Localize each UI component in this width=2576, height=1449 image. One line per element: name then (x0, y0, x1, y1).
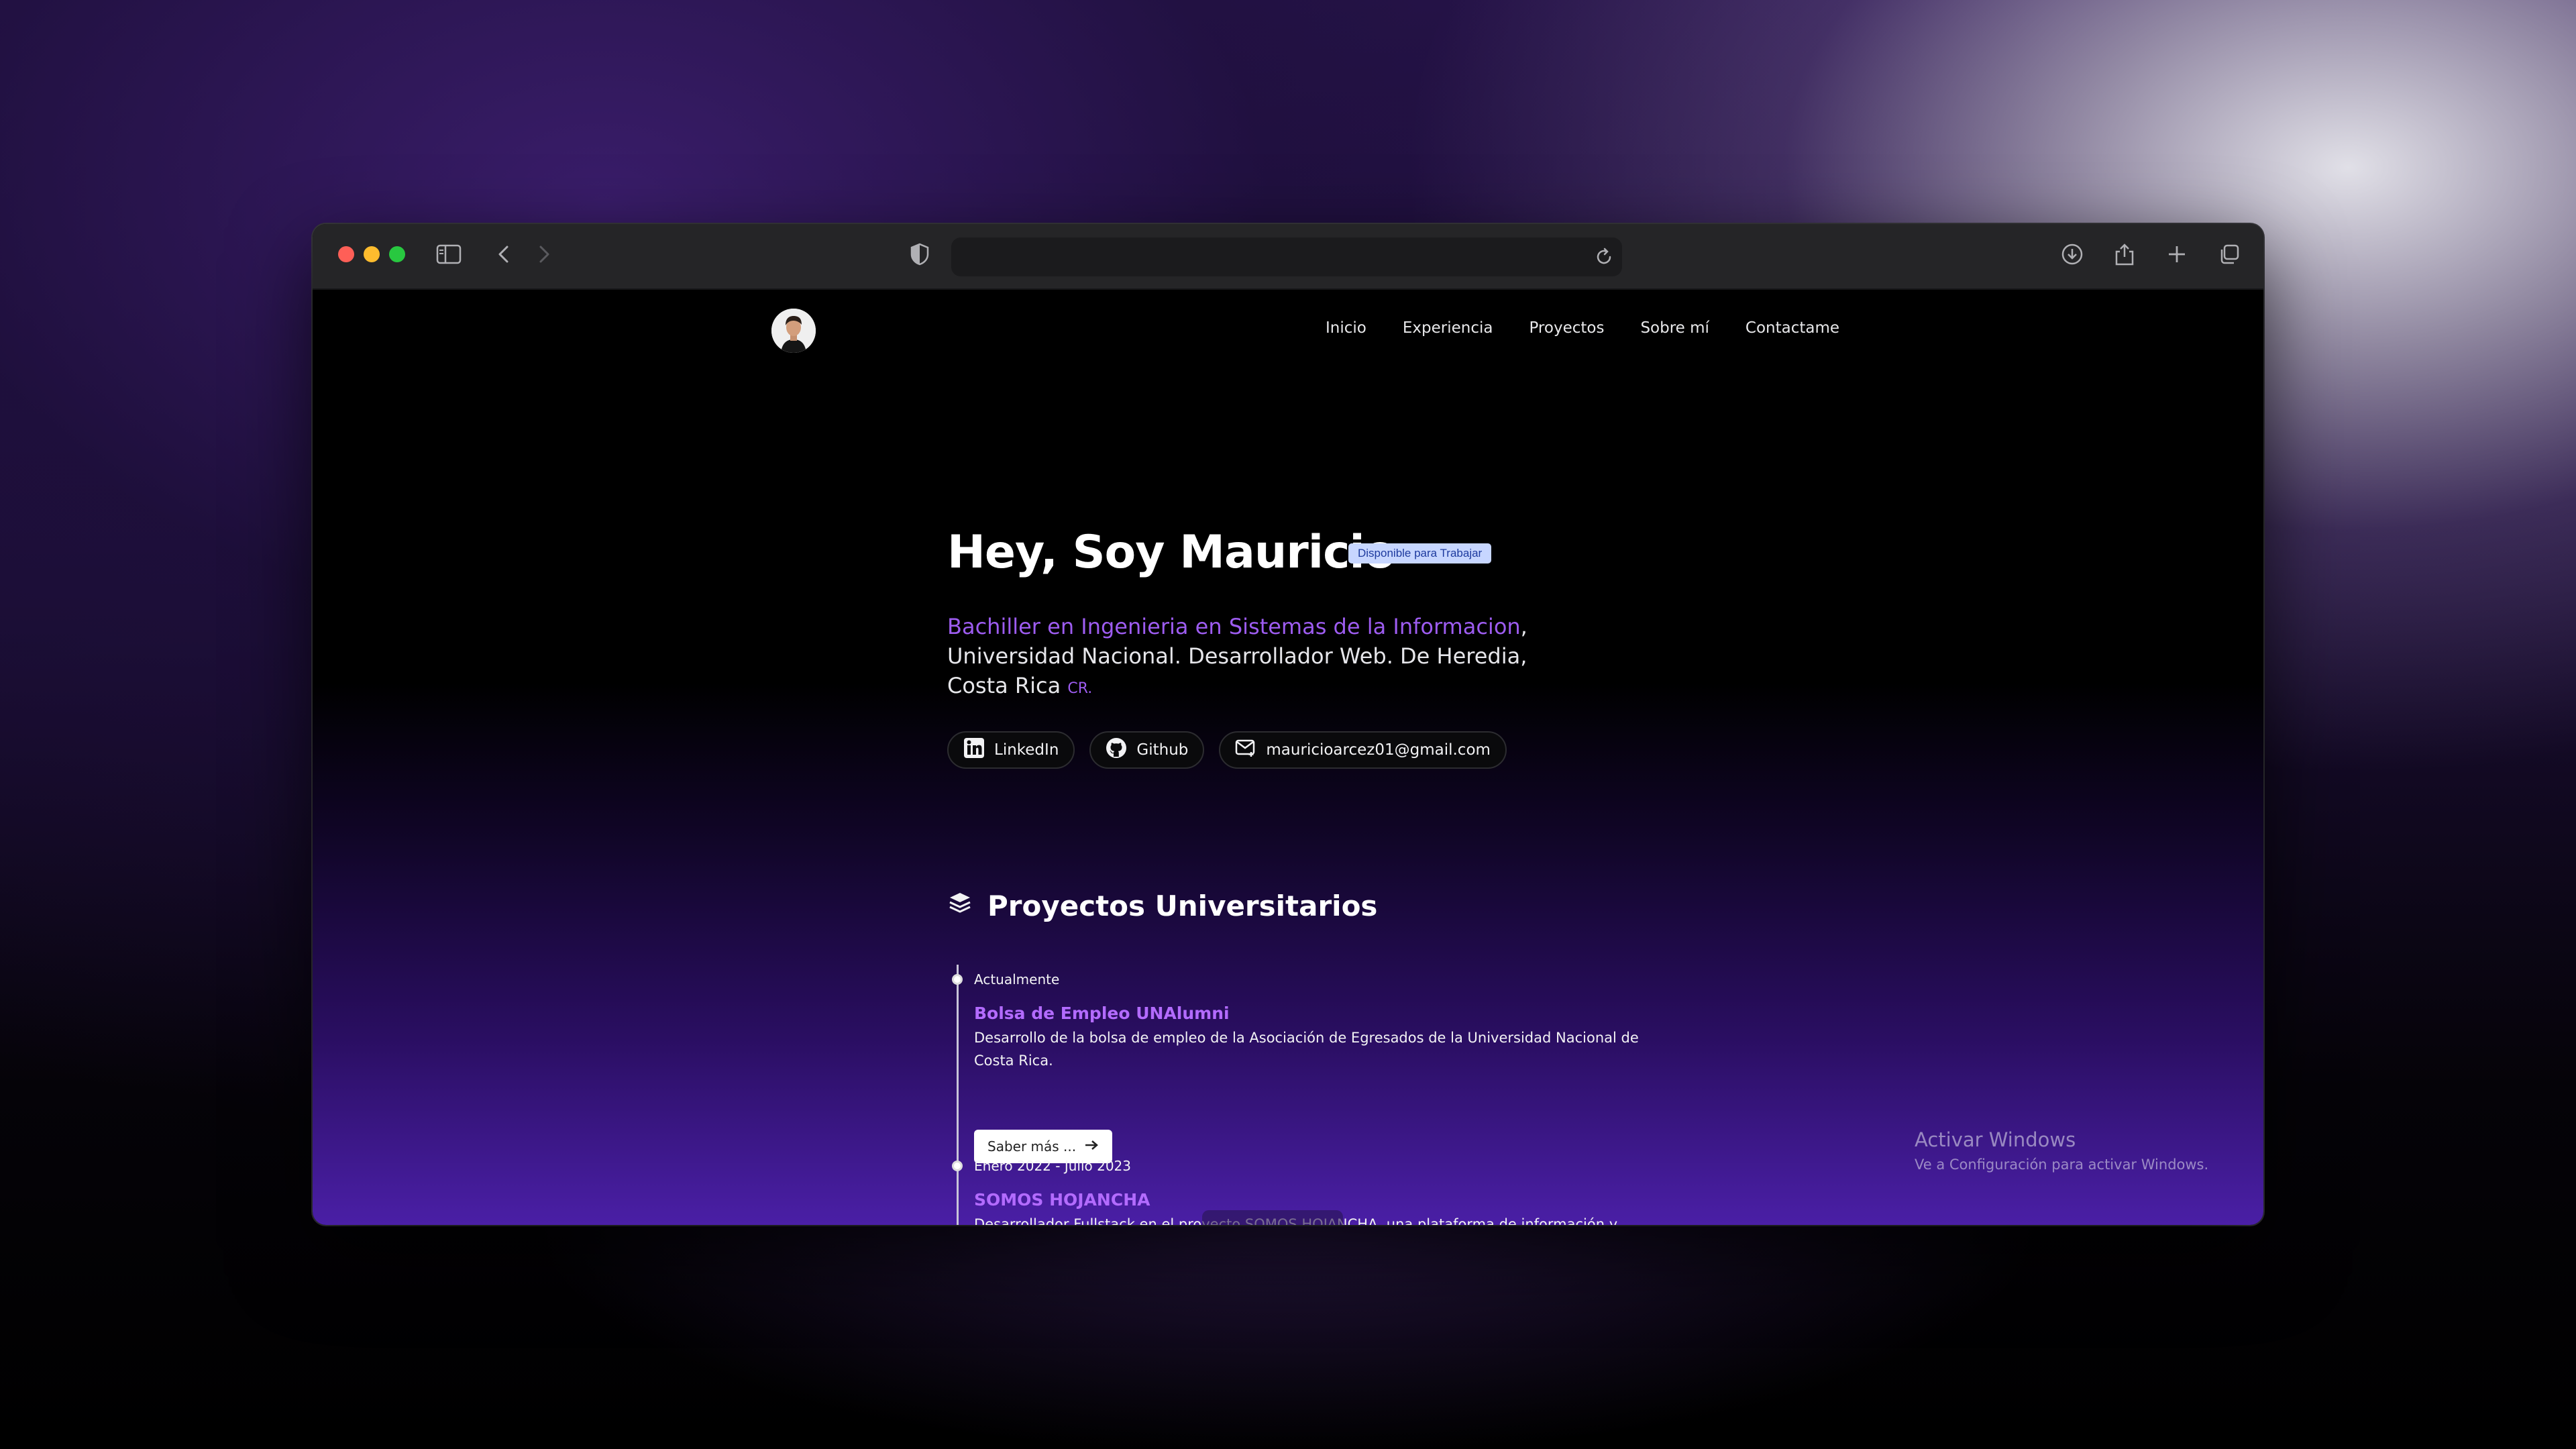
windows-activation-watermark: Activar Windows Ve a Configuración para … (1915, 1128, 2208, 1173)
timeline-dot (952, 1161, 963, 1171)
forward-icon[interactable] (529, 239, 559, 270)
country-code: CR. (1067, 680, 1093, 697)
browser-window: Inicio Experiencia Proyectos Sobre mí Co… (313, 224, 2263, 1225)
projects-section-label: Proyectos Universitarios (987, 890, 1378, 922)
github-icon (1106, 737, 1127, 763)
linkedin-label: LinkedIn (994, 741, 1059, 759)
mail-icon (1235, 739, 1256, 761)
linkedin-icon (963, 737, 985, 763)
nav-proyectos[interactable]: Proyectos (1529, 319, 1604, 337)
email-button[interactable]: mauricioarcez01@gmail.com (1219, 731, 1507, 769)
watermark-title: Activar Windows (1915, 1128, 2076, 1151)
hero-title: Hey, Soy Mauricio (947, 526, 1395, 579)
nav-contactame[interactable]: Contactame (1746, 319, 1839, 337)
share-icon[interactable] (2109, 239, 2140, 270)
tabs-overview-icon[interactable] (2214, 239, 2245, 270)
desktop-wallpaper-glow (0, 1221, 2576, 1449)
browser-toolbar (313, 224, 2263, 290)
social-links: LinkedIn Github mauricioarcez01@gmail.co… (947, 731, 1507, 769)
nav-experiencia[interactable]: Experiencia (1403, 319, 1493, 337)
hero-description: Bachiller en Ingenieria en Sistemas de l… (947, 614, 1527, 698)
github-button[interactable]: Github (1089, 731, 1205, 769)
timeline-line (957, 965, 959, 1225)
sidebar-icon[interactable] (433, 239, 464, 270)
avatar[interactable] (771, 309, 816, 353)
hero-degree: Bachiller en Ingenieria en Sistemas de l… (947, 614, 1521, 639)
shield-icon[interactable] (904, 239, 935, 270)
project-date: Actualmente (974, 971, 1060, 987)
new-tab-icon[interactable] (2161, 239, 2192, 270)
main-nav: Inicio Experiencia Proyectos Sobre mí Co… (1326, 319, 1839, 337)
project-title[interactable]: SOMOS HOJANCHA (974, 1190, 1150, 1210)
watermark-subtitle: Ve a Configuración para activar Windows. (1915, 1157, 2209, 1173)
address-bar[interactable] (951, 237, 1622, 276)
scroll-overlay (1202, 1210, 1343, 1225)
zoom-window-button[interactable] (389, 246, 405, 262)
linkedin-button[interactable]: LinkedIn (947, 731, 1075, 769)
saber-mas-label: Saber más ... (987, 1138, 1077, 1155)
nav-inicio[interactable]: Inicio (1326, 319, 1366, 337)
availability-badge: Disponible para Trabajar (1348, 543, 1492, 564)
stack-icon (947, 890, 973, 922)
page-viewport: Inicio Experiencia Proyectos Sobre mí Co… (313, 290, 2263, 1225)
download-icon[interactable] (2057, 239, 2088, 270)
email-label: mauricioarcez01@gmail.com (1266, 741, 1491, 759)
minimize-window-button[interactable] (364, 246, 380, 262)
github-label: Github (1136, 741, 1189, 759)
project-date: Enero 2022 - Julio 2023 (974, 1158, 1132, 1174)
hero-description-rest: Universidad Nacional. Desarrollador Web.… (947, 643, 1527, 698)
reload-icon[interactable] (1593, 246, 1615, 272)
projects-section-title: Proyectos Universitarios (947, 890, 1377, 922)
back-icon[interactable] (488, 239, 519, 270)
timeline-dot (952, 974, 963, 985)
close-window-button[interactable] (338, 246, 354, 262)
nav-sobre-mi[interactable]: Sobre mí (1640, 319, 1709, 337)
project-description: Desarrollo de la bolsa de empleo de la A… (974, 1030, 1639, 1069)
arrow-right-icon (1084, 1138, 1099, 1155)
project-title[interactable]: Bolsa de Empleo UNAlumni (974, 1004, 1230, 1023)
